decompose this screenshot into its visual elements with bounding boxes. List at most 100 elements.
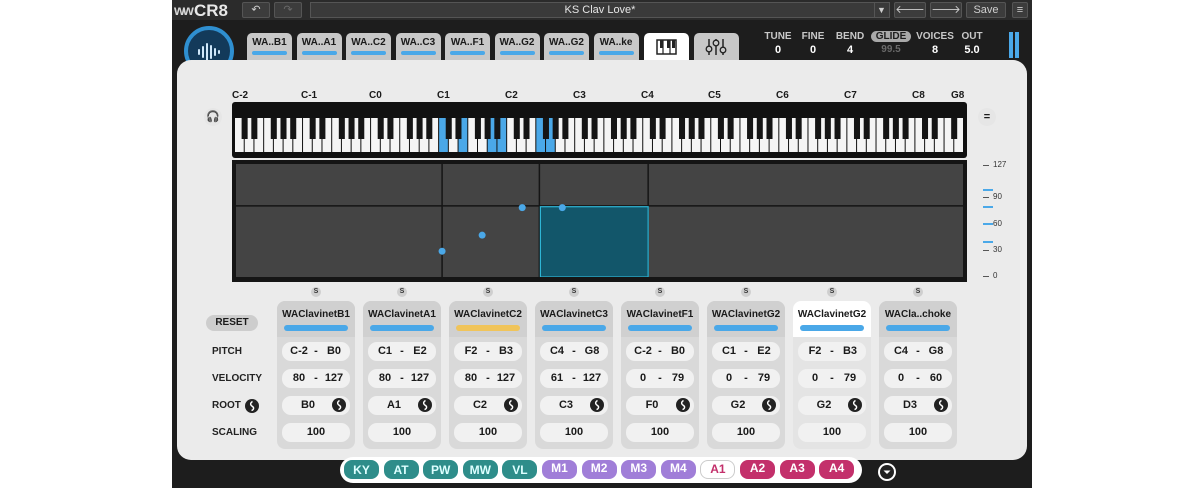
tab-slot-7[interactable]: WA..G2 (544, 33, 589, 61)
tune-control[interactable]: TUNE 0 (762, 31, 794, 56)
velocity-range-field[interactable]: 61-127 (540, 369, 608, 388)
pitch-range-field[interactable]: C-2- B0 (626, 342, 694, 361)
mod-chip-a4[interactable]: A4 (819, 460, 855, 479)
root-field[interactable]: F0 (626, 396, 694, 415)
voices-control[interactable]: VOICES 8 (913, 31, 957, 56)
zone-column[interactable]: WAClavinetF1 C-2- B0 0-79 F0 100 (621, 301, 699, 449)
velocity-range-field[interactable]: 80-127 (368, 369, 436, 388)
mod-chip-ky[interactable]: KY (344, 460, 379, 479)
bend-control[interactable]: BEND 4 (833, 31, 867, 56)
mod-chip-a2[interactable]: A2 (740, 460, 775, 479)
save-button[interactable]: Save (966, 2, 1006, 18)
solo-button[interactable]: S (569, 287, 579, 297)
scaling-field[interactable]: 100 (368, 423, 436, 442)
pitch-range-field[interactable]: C4- G8 (884, 342, 952, 361)
mod-chip-a1[interactable]: A1 (700, 460, 736, 479)
voices-value[interactable]: 8 (913, 44, 957, 56)
tab-mixer-view[interactable] (694, 33, 739, 61)
zone-header[interactable]: WAClavinetF1 (621, 301, 699, 337)
glide-control[interactable]: GLIDE 99.5 (869, 31, 913, 55)
piano-keyboard[interactable] (235, 118, 964, 152)
zone-column[interactable]: WACla..choke C4- G8 0-60 D3 100 (879, 301, 957, 449)
velocity-range-field[interactable]: 0-60 (884, 369, 952, 388)
mod-chip-m4[interactable]: M4 (660, 460, 696, 479)
velocity-range-field[interactable]: 80-127 (454, 369, 522, 388)
solo-button[interactable]: S (311, 287, 321, 297)
zone-column[interactable]: WAClavinetC3 C4- G8 61-127 C3 100 (535, 301, 613, 449)
mod-chip-m2[interactable]: M2 (581, 460, 617, 479)
mod-chip-a3[interactable]: A3 (779, 460, 815, 479)
zone-header[interactable]: WACla..choke (879, 301, 957, 337)
tab-slot-6[interactable]: WA..G2 (494, 33, 540, 61)
zone-map[interactable] (236, 164, 963, 277)
velocity-range-field[interactable]: 0-79 (798, 369, 866, 388)
undo-button[interactable]: ↶ (242, 2, 270, 18)
solo-button[interactable]: S (741, 287, 751, 297)
root-field[interactable]: C3 (540, 396, 608, 415)
root-field[interactable]: G2 (712, 396, 780, 415)
velocity-range-field[interactable]: 0-79 (712, 369, 780, 388)
pitch-range-field[interactable]: F2- B3 (798, 342, 866, 361)
zone-header[interactable]: WAClavinetC3 (535, 301, 613, 337)
redo-button[interactable]: ↷ (274, 2, 302, 18)
solo-button[interactable]: S (913, 287, 923, 297)
root-key-button[interactable] (762, 398, 776, 415)
mod-chip-m3[interactable]: M3 (621, 460, 657, 479)
preset-dropdown-icon[interactable]: ▼ (874, 2, 888, 18)
root-key-button[interactable] (418, 398, 432, 415)
zone-header[interactable]: WAClavinetG2 (707, 301, 785, 337)
tune-value[interactable]: 0 (762, 44, 794, 56)
scaling-field[interactable]: 100 (540, 423, 608, 442)
fine-value[interactable]: 0 (798, 44, 828, 56)
velocity-range-field[interactable]: 80-127 (282, 369, 350, 388)
root-field[interactable]: A1 (368, 396, 436, 415)
root-key-button[interactable] (332, 398, 346, 415)
root-key-button[interactable] (590, 398, 604, 415)
root-key-button[interactable] (504, 398, 518, 415)
zone-column[interactable]: WAClavinetG2 C1- E2 0-79 G2 100 (707, 301, 785, 449)
tab-slot-5[interactable]: WA..F1 (445, 33, 490, 61)
pitch-range-field[interactable]: C-2- B0 (282, 342, 350, 361)
zone-header[interactable]: WAClavinetA1 (363, 301, 441, 337)
root-field[interactable]: C2 (454, 396, 522, 415)
tab-slot-4[interactable]: WA..C3 (395, 33, 441, 61)
reset-button[interactable]: RESET (206, 315, 258, 331)
solo-button[interactable]: S (655, 287, 665, 297)
solo-button[interactable]: S (827, 287, 837, 297)
scaling-field[interactable]: 100 (454, 423, 522, 442)
next-preset-button[interactable]: 🡒 (930, 2, 962, 18)
tab-slot-3[interactable]: WA..C2 (346, 33, 391, 61)
zone-column[interactable]: WAClavinetC2 F2- B3 80-127 C2 100 (449, 301, 527, 449)
zone-column[interactable]: WAClavinetG2 F2- B3 0-79 G2 100 (793, 301, 871, 449)
out-control[interactable]: OUT 5.0 (958, 31, 986, 56)
root-field[interactable]: B0 (282, 396, 350, 415)
root-key-button[interactable] (676, 398, 690, 415)
pitch-range-field[interactable]: C1- E2 (712, 342, 780, 361)
previous-preset-button[interactable]: 🡐 (894, 2, 926, 18)
scaling-field[interactable]: 100 (282, 423, 350, 442)
root-key-icon[interactable] (245, 399, 259, 413)
zone-column[interactable]: WAClavinetB1 C-2- B0 80-127 B0 100 (277, 301, 355, 449)
preset-name-field[interactable]: KS Clav Love* (310, 2, 890, 18)
velocity-range-field[interactable]: 0-79 (626, 369, 694, 388)
root-key-button[interactable] (934, 398, 948, 415)
pitch-range-field[interactable]: C1- E2 (368, 342, 436, 361)
zone-header[interactable]: WAClavinetB1 (277, 301, 355, 337)
modulation-expand-button[interactable] (878, 463, 896, 481)
glide-value[interactable]: 99.5 (869, 44, 913, 55)
scaling-field[interactable]: 100 (798, 423, 866, 442)
mod-chip-vl[interactable]: VL (502, 460, 538, 479)
root-key-button[interactable] (848, 398, 862, 415)
root-field[interactable]: G2 (798, 396, 866, 415)
solo-button[interactable]: S (397, 287, 407, 297)
solo-button[interactable]: S (483, 287, 493, 297)
glide-toggle[interactable]: GLIDE (870, 31, 912, 42)
scaling-field[interactable]: 100 (884, 423, 952, 442)
scaling-field[interactable]: 100 (712, 423, 780, 442)
headphones-icon[interactable]: 🎧 (204, 108, 222, 126)
expand-icon[interactable]: = (978, 108, 996, 126)
mod-chip-pw[interactable]: PW (423, 460, 459, 479)
out-value[interactable]: 5.0 (958, 44, 986, 56)
fine-control[interactable]: FINE 0 (798, 31, 828, 56)
mod-chip-at[interactable]: AT (383, 460, 419, 479)
